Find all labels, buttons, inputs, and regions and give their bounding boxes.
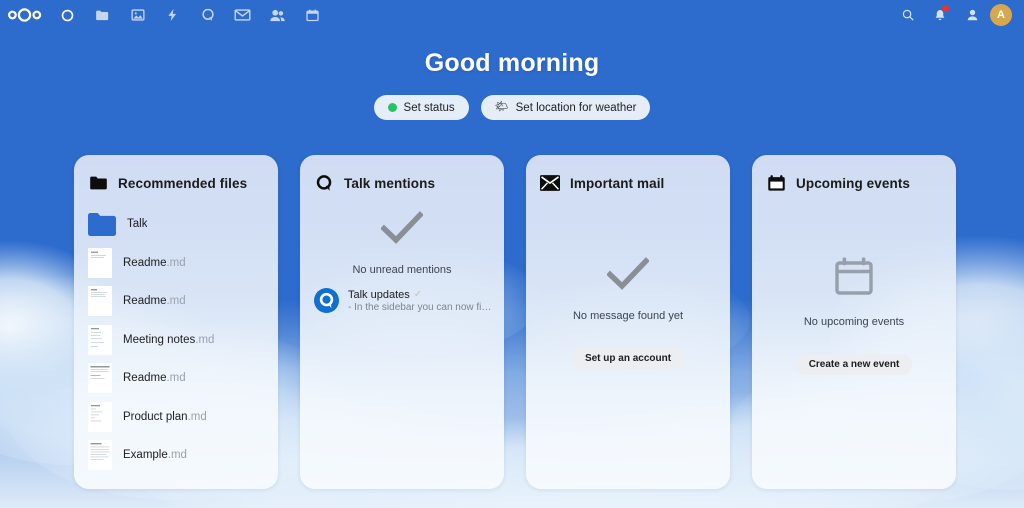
calendar-icon xyxy=(766,173,786,193)
set-weather-label: Set location for weather xyxy=(515,101,637,114)
search-icon xyxy=(902,9,914,21)
file-name: Readme.md xyxy=(123,372,186,385)
list-item[interactable]: Talk xyxy=(74,205,278,244)
set-weather-location-button[interactable]: 🌤 Set location for weather xyxy=(480,95,651,120)
file-list: Talk Readme.md Readme.md Meeting notes.m… xyxy=(74,205,278,475)
envelope-icon xyxy=(234,9,251,21)
status-dot-icon xyxy=(387,103,397,112)
file-thumbnail-icon xyxy=(88,440,112,471)
widget-header: Upcoming events xyxy=(752,155,956,193)
file-name: Example.md xyxy=(123,449,187,462)
nav-item-calendar[interactable] xyxy=(295,0,330,30)
list-item-subtitle: - In the sidebar you can now fi… xyxy=(348,301,492,313)
talk-icon xyxy=(201,8,214,21)
calendar-icon xyxy=(306,9,319,21)
file-name: Meeting notes.md xyxy=(123,333,215,346)
dashboard-widgets: Recommended files Talk Readme.md Readme.… xyxy=(74,155,956,489)
file-thumbnail-icon xyxy=(88,247,112,278)
list-item[interactable]: Example.md xyxy=(74,436,278,475)
empty-state-text: No message found yet xyxy=(572,310,684,322)
widget-title: Upcoming events xyxy=(796,175,911,191)
sun-icon: 🌤 xyxy=(494,101,509,113)
create-event-button[interactable]: Create a new event xyxy=(795,354,913,375)
file-thumbnail-icon xyxy=(88,324,112,355)
top-navigation-bar: A xyxy=(0,0,1024,30)
folder-thumbnail-icon xyxy=(88,212,116,236)
set-status-label: Set status xyxy=(403,101,455,114)
nav-item-mail[interactable] xyxy=(225,0,260,30)
contacts-menu-button[interactable] xyxy=(956,0,988,30)
list-item-title: Talk updates ✓ xyxy=(348,288,423,301)
list-item[interactable]: Readme.md xyxy=(74,244,278,283)
status-buttons: Set status 🌤 Set location for weather xyxy=(373,95,651,120)
file-name: Product plan.md xyxy=(123,410,207,423)
widget-talk-mentions: Talk mentions No unread mentions Talk up… xyxy=(300,155,504,489)
file-name: Readme.md xyxy=(123,256,186,269)
widget-header: Recommended files xyxy=(74,155,278,193)
nextcloud-logo-icon xyxy=(8,8,42,22)
widget-recommended-files: Recommended files Talk Readme.md Readme.… xyxy=(74,155,278,489)
avatar-initial: A xyxy=(997,9,1005,21)
nav-item-talk[interactable] xyxy=(190,0,225,30)
nav-item-activity[interactable] xyxy=(155,0,190,30)
search-button[interactable] xyxy=(892,0,924,30)
widget-header: Talk mentions xyxy=(300,155,504,193)
folder-icon xyxy=(96,10,109,20)
image-icon xyxy=(130,9,145,21)
setup-account-button[interactable]: Set up an account xyxy=(571,348,685,369)
envelope-icon xyxy=(540,173,560,193)
check-icon xyxy=(606,257,650,296)
contacts-menu-icon xyxy=(967,9,977,21)
widget-important-mail: Important mail No message found yet Set … xyxy=(526,155,730,489)
list-item-text: Talk updates ✓ - In the sidebar you can … xyxy=(348,289,491,313)
app-navigation xyxy=(50,0,330,30)
widget-title: Important mail xyxy=(570,175,665,191)
list-item[interactable]: Readme.md xyxy=(74,282,278,321)
empty-state-text: No upcoming events xyxy=(803,316,905,328)
widget-header: Important mail xyxy=(526,155,730,193)
folder-icon xyxy=(88,173,108,193)
lightning-icon xyxy=(168,8,177,22)
notifications-button[interactable] xyxy=(924,0,956,30)
empty-state: No unread mentions xyxy=(300,193,504,276)
talk-icon xyxy=(314,173,334,193)
file-thumbnail-icon xyxy=(88,401,112,432)
nextcloud-logo[interactable] xyxy=(0,0,50,30)
dashboard-icon xyxy=(61,9,74,21)
page-title: Good morning xyxy=(424,49,600,77)
list-item[interactable]: Readme.md xyxy=(74,359,278,398)
read-check-icon: ✓ xyxy=(413,289,423,300)
empty-state-text: No unread mentions xyxy=(352,264,452,276)
empty-state: No upcoming events Create a new event xyxy=(752,237,956,375)
list-item[interactable]: Meeting notes.md xyxy=(74,321,278,360)
list-item[interactable]: Product plan.md xyxy=(74,398,278,437)
empty-state: No message found yet Set up an account xyxy=(526,239,730,369)
calendar-outline-icon xyxy=(833,255,875,302)
nav-item-dashboard[interactable] xyxy=(50,0,85,30)
widget-title: Recommended files xyxy=(118,175,248,191)
check-icon xyxy=(380,211,424,250)
nav-item-photos[interactable] xyxy=(120,0,155,30)
talk-avatar-icon xyxy=(314,288,339,313)
widget-title: Talk mentions xyxy=(344,175,436,191)
file-name: Talk xyxy=(127,218,148,231)
notification-badge xyxy=(942,5,949,12)
widget-upcoming-events: Upcoming events No upcoming events Creat… xyxy=(752,155,956,489)
header-actions: A xyxy=(892,0,1024,30)
file-name: Readme.md xyxy=(123,295,186,308)
nav-item-files[interactable] xyxy=(85,0,120,30)
set-status-button[interactable]: Set status xyxy=(373,95,469,120)
list-item[interactable]: Talk updates ✓ - In the sidebar you can … xyxy=(300,288,504,313)
file-thumbnail-icon xyxy=(88,286,112,317)
nav-item-contacts[interactable] xyxy=(260,0,295,30)
contacts-icon xyxy=(270,9,285,21)
file-thumbnail-icon xyxy=(88,363,112,394)
avatar[interactable]: A xyxy=(990,4,1012,26)
